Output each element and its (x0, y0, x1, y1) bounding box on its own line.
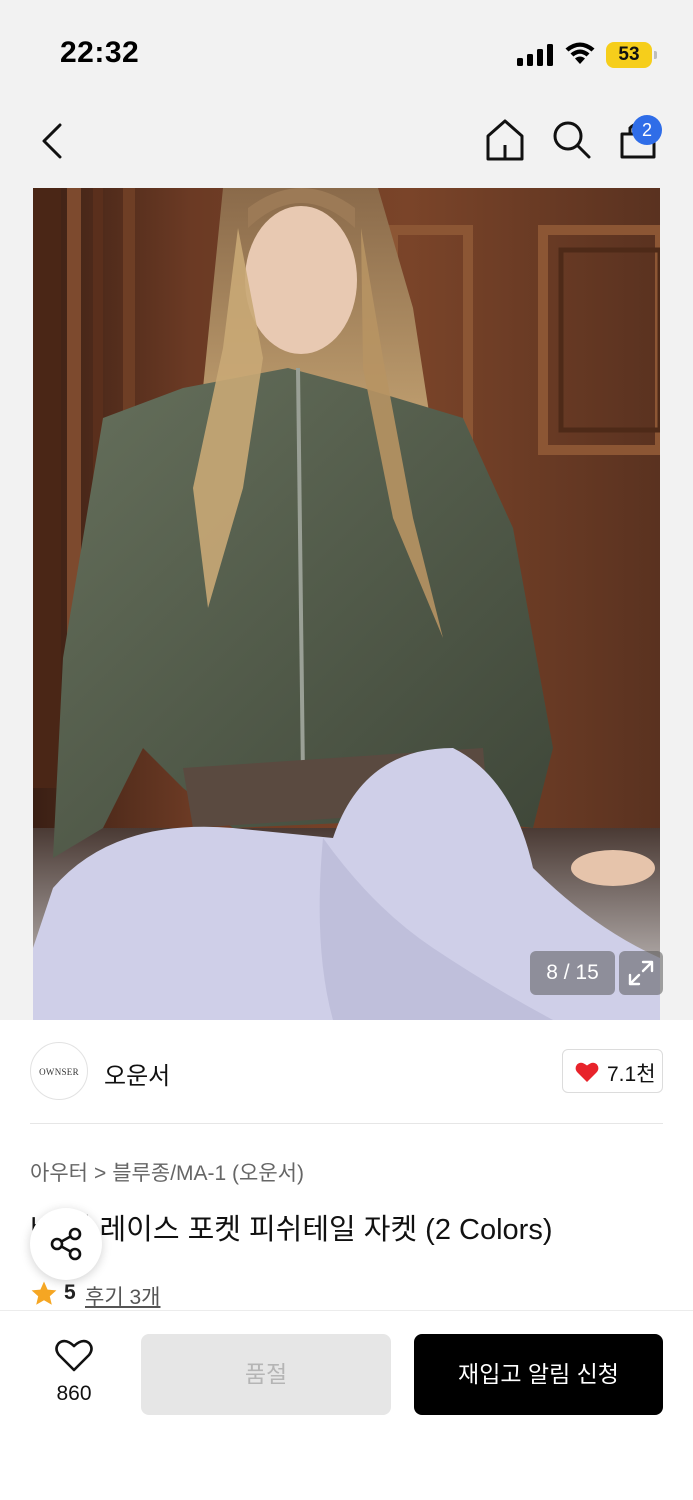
brand-name[interactable]: 오운서 (104, 1056, 170, 1091)
star-icon (31, 1281, 57, 1305)
rating-score: 5 (64, 1281, 76, 1304)
breadcrumb-separator: > (93, 1162, 107, 1185)
battery-cap (654, 51, 657, 59)
search-icon[interactable] (550, 118, 592, 160)
battery-icon: 53 (606, 42, 657, 68)
heart-outline-icon (55, 1339, 93, 1372)
heart-filled-icon (575, 1062, 599, 1082)
brand-like-count: 7.1천 (607, 1063, 656, 1086)
share-icon (50, 1227, 82, 1261)
restock-alert-button[interactable]: 재입고 알림 신청 (414, 1334, 663, 1415)
wishlist-button[interactable]: 860 (40, 1338, 108, 1408)
battery-percent: 53 (618, 44, 640, 65)
wifi-icon (565, 42, 595, 64)
breadcrumb-category[interactable]: 아우터 (30, 1162, 88, 1185)
status-time: 22:32 (60, 36, 140, 69)
brand-logo[interactable]: OWNSER (30, 1042, 88, 1100)
wishlist-count: 860 (56, 1382, 92, 1405)
review-link[interactable]: 후기 3개 (85, 1281, 160, 1311)
divider (30, 1123, 663, 1124)
brand-like-button[interactable]: 7.1천 (562, 1049, 663, 1093)
cart-count-badge: 2 (632, 115, 662, 145)
home-icon[interactable] (484, 118, 526, 162)
expand-icon[interactable] (619, 951, 663, 995)
breadcrumb-subcategory[interactable]: 블루종/MA-1 (오운서) (112, 1162, 304, 1185)
product-title: 바 버 레이스 포켓 피쉬테일 자켓 (2 Colors) (30, 1214, 553, 1246)
share-button[interactable] (30, 1208, 102, 1280)
product-photo-illustration (33, 188, 660, 1020)
breadcrumb: 아우터 > 블루종/MA-1 (오운서) (30, 1157, 304, 1187)
status-bar: 22:32 53 (0, 0, 693, 100)
image-counter: 8 / 15 (530, 951, 615, 995)
signal-icon (517, 44, 553, 66)
chevron-left-icon[interactable] (36, 120, 70, 162)
soldout-button: 품절 (141, 1334, 391, 1415)
product-image[interactable] (33, 188, 660, 1020)
